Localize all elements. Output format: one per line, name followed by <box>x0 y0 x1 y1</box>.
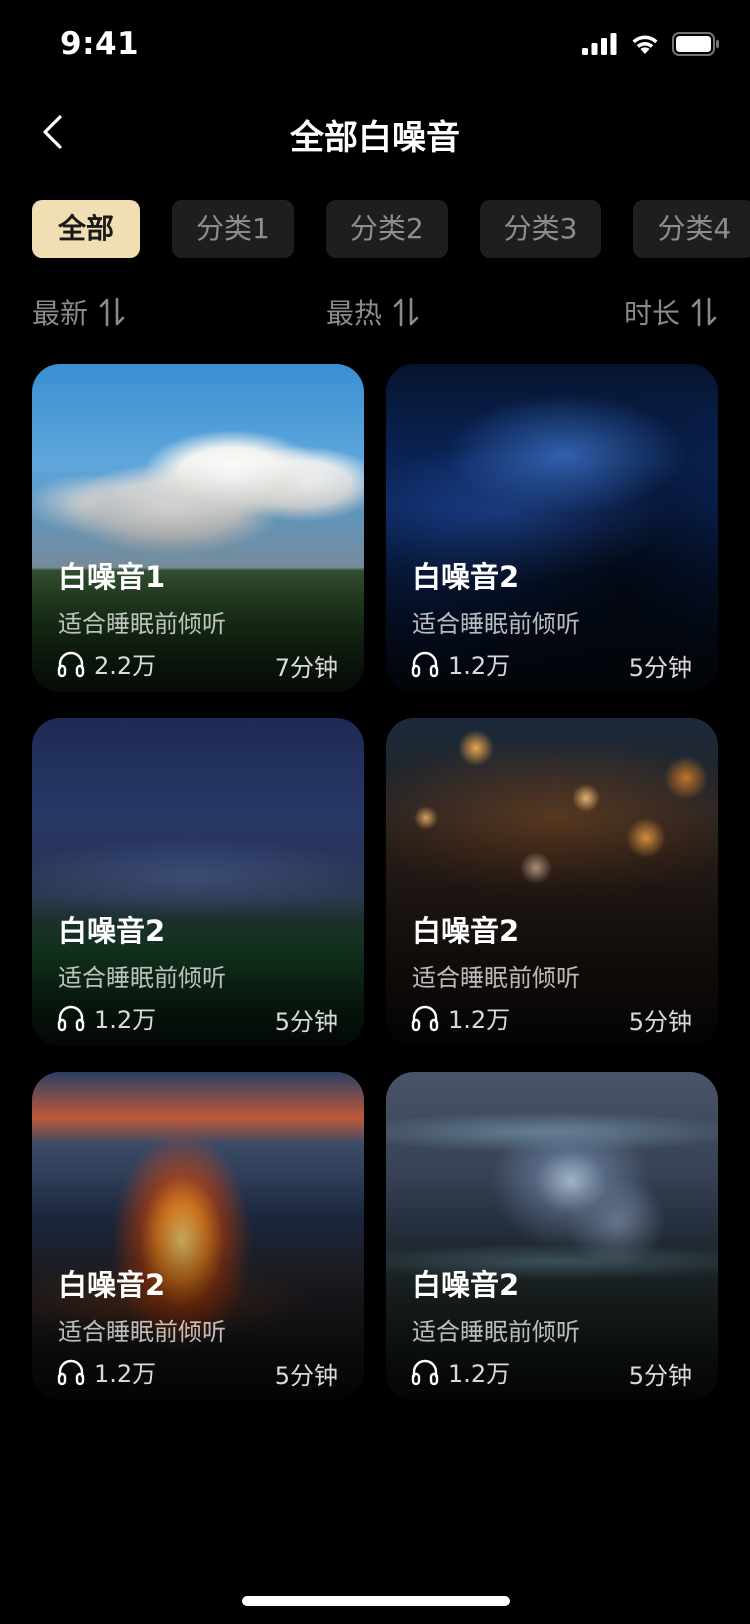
sort-hottest-button[interactable]: 最热 <box>326 290 420 334</box>
sound-card[interactable]: 白噪音2 适合睡眠前倾听 1.2万 5分钟 <box>386 718 718 1046</box>
card-plays: 1.2万 <box>56 1000 156 1035</box>
sound-card[interactable]: 白噪音2 适合睡眠前倾听 1.2万 5分钟 <box>386 364 718 692</box>
card-meta: 2.2万 7分钟 <box>56 646 338 682</box>
card-play-count: 1.2万 <box>94 1006 157 1034</box>
tab-all[interactable]: 全部 <box>32 200 140 258</box>
card-title: 白噪音1 <box>58 560 166 594</box>
headphones-icon <box>57 1005 85 1031</box>
card-plays: 1.2万 <box>410 1000 510 1035</box>
card-title: 白噪音2 <box>412 914 520 948</box>
card-duration: 5分钟 <box>628 654 692 682</box>
sort-arrows-icon <box>691 297 717 327</box>
card-duration: 5分钟 <box>628 1008 692 1036</box>
tab-category-1[interactable]: 分类1 <box>172 200 294 258</box>
card-plays: 2.2万 <box>56 646 156 681</box>
sort-arrows-icon <box>99 297 125 327</box>
card-duration: 5分钟 <box>628 1362 692 1390</box>
card-title: 白噪音2 <box>412 1268 520 1302</box>
card-play-count: 1.2万 <box>448 1006 511 1034</box>
card-play-count: 1.2万 <box>94 1360 157 1388</box>
card-plays: 1.2万 <box>56 1354 156 1389</box>
headphones-icon <box>411 1005 439 1031</box>
sound-card[interactable]: 白噪音2 适合睡眠前倾听 1.2万 5分钟 <box>32 718 364 1046</box>
cellular-signal-icon <box>582 33 617 55</box>
card-meta: 1.2万 5分钟 <box>410 1354 692 1390</box>
card-meta: 1.2万 5分钟 <box>56 1000 338 1036</box>
sort-hottest-label: 最热 <box>326 297 383 330</box>
tab-category-3[interactable]: 分类3 <box>479 200 602 258</box>
card-plays: 1.2万 <box>410 646 510 681</box>
card-title: 白噪音2 <box>58 914 166 948</box>
nav-header: 全部白噪音 <box>0 96 750 168</box>
card-play-count: 2.2万 <box>94 652 157 680</box>
status-bar: 9:41 <box>0 0 750 88</box>
sort-latest-button[interactable]: 最新 <box>32 290 126 334</box>
sort-bar: 最新 最热 时长 <box>32 290 718 334</box>
card-subtitle: 适合睡眠前倾听 <box>58 610 226 638</box>
card-meta: 1.2万 5分钟 <box>410 1000 692 1036</box>
headphones-icon <box>57 1359 85 1385</box>
card-meta: 1.2万 5分钟 <box>56 1354 338 1390</box>
card-title: 白噪音2 <box>412 560 520 594</box>
status-time: 9:41 <box>60 26 140 62</box>
tab-category-2[interactable]: 分类2 <box>325 200 448 258</box>
tab-category-4[interactable]: 分类4 <box>633 200 750 258</box>
sound-card[interactable]: 白噪音2 适合睡眠前倾听 1.2万 5分钟 <box>386 1072 718 1400</box>
card-subtitle: 适合睡眠前倾听 <box>412 1318 580 1346</box>
sound-card[interactable]: 白噪音2 适合睡眠前倾听 1.2万 5分钟 <box>32 1072 364 1400</box>
card-subtitle: 适合睡眠前倾听 <box>58 1318 226 1346</box>
home-indicator[interactable] <box>242 1596 510 1606</box>
card-subtitle: 适合睡眠前倾听 <box>412 610 580 638</box>
card-subtitle: 适合睡眠前倾听 <box>412 964 580 992</box>
card-meta: 1.2万 5分钟 <box>410 646 692 682</box>
card-duration: 7分钟 <box>274 654 338 682</box>
headphones-icon <box>411 1359 439 1385</box>
card-plays: 1.2万 <box>410 1354 510 1389</box>
sort-arrows-icon <box>393 297 419 327</box>
battery-icon <box>672 32 719 56</box>
card-play-count: 1.2万 <box>448 1360 511 1388</box>
card-subtitle: 适合睡眠前倾听 <box>58 964 226 992</box>
card-duration: 5分钟 <box>274 1362 338 1390</box>
status-icons <box>582 30 720 58</box>
card-title: 白噪音2 <box>58 1268 166 1302</box>
card-duration: 5分钟 <box>274 1008 338 1036</box>
category-tabs: 全部 分类1 分类2 分类3 分类4 <box>32 200 750 258</box>
wifi-icon <box>632 35 658 54</box>
headphones-icon <box>57 651 85 677</box>
headphones-icon <box>411 651 439 677</box>
sort-duration-button[interactable]: 时长 <box>624 290 718 334</box>
page-title: 全部白噪音 <box>290 118 460 158</box>
sort-latest-label: 最新 <box>32 297 89 330</box>
sort-duration-label: 时长 <box>623 297 680 330</box>
card-play-count: 1.2万 <box>448 652 511 680</box>
sound-card[interactable]: 白噪音1 适合睡眠前倾听 2.2万 7分钟 <box>32 364 364 692</box>
